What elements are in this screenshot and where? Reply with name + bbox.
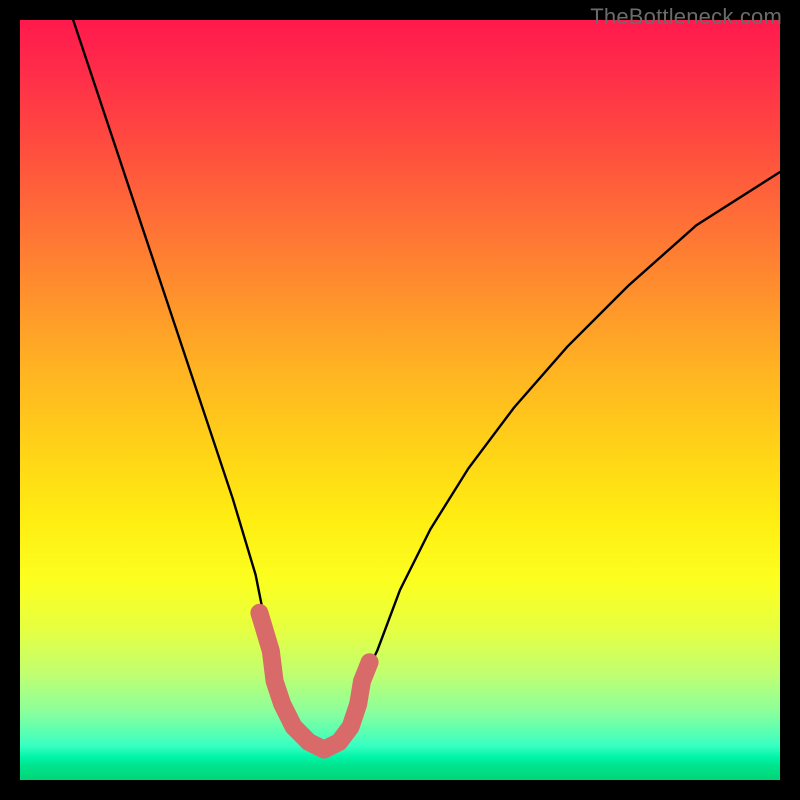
highlight-band: [259, 613, 369, 750]
curve-layer: [20, 20, 780, 780]
watermark-text: TheBottleneck.com: [590, 4, 782, 30]
plot-area: [20, 20, 780, 780]
chart-frame: TheBottleneck.com: [0, 0, 800, 800]
bottleneck-curve: [73, 20, 780, 750]
